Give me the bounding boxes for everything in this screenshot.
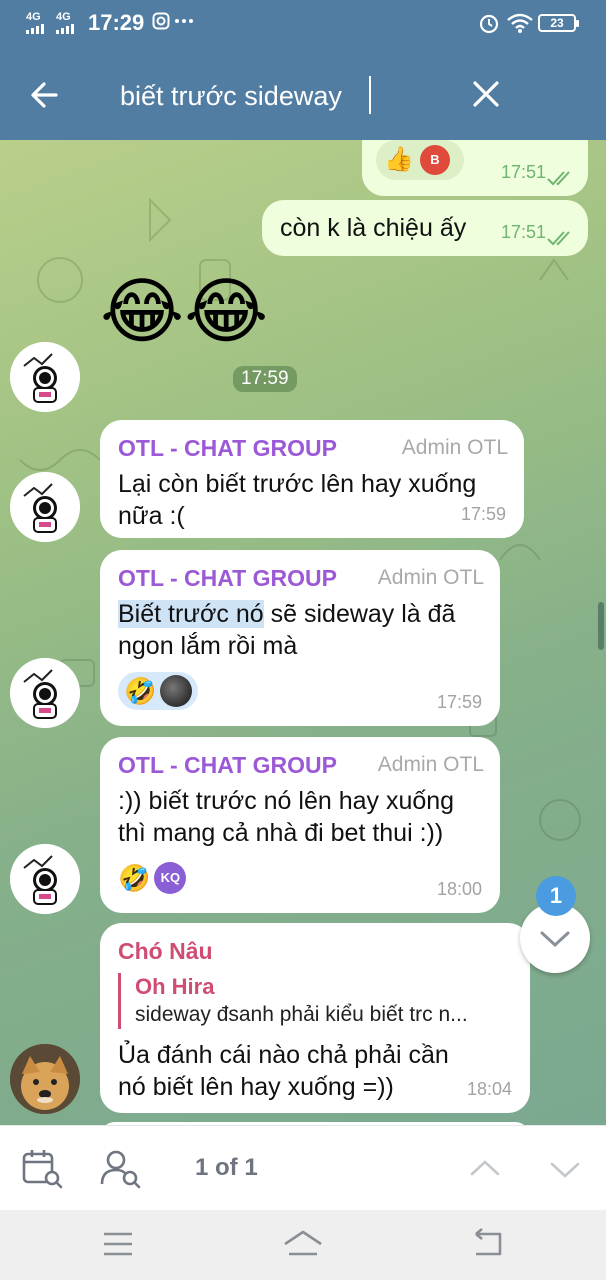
message-time: 17:59 (436, 692, 482, 712)
message-text: Lại còn biết trước lên hay xuống nữa :( (118, 470, 477, 530)
reply-author: Oh Hira (135, 974, 215, 999)
signal-bars-icon (26, 24, 44, 34)
read-checkmarks-icon (547, 171, 570, 186)
clear-search-button[interactable] (464, 72, 508, 116)
alarm-icon (479, 14, 499, 34)
search-result-counter: 1 of 1 (195, 1154, 258, 1181)
reactor-avatar (160, 675, 193, 707)
reactor-avatar: B (419, 145, 450, 175)
message-time: 17:51 (500, 222, 546, 242)
avatar[interactable] (10, 658, 80, 728)
message-text: Biết trước nó sẽ sideway là đã ngon lắm … (118, 600, 456, 660)
message-time: 18:04 (466, 1079, 512, 1099)
incoming-message[interactable]: OTL - CHAT GROUP Admin OTL :)) biết trướ… (100, 737, 500, 913)
thumbs-up-reaction: 👍 (384, 146, 414, 173)
home-button[interactable] (281, 1224, 325, 1264)
reply-text: sideway đsanh phải kiểu biết trc n... (135, 1003, 468, 1026)
sender-role: Admin OTL (377, 753, 484, 776)
search-by-member-button[interactable] (98, 1146, 144, 1192)
rofl-reaction: 🤣 (118, 863, 151, 893)
home-icon (284, 1230, 322, 1256)
incoming-message[interactable]: OTL - CHAT GROUP Admin OTL Biết trước nó… (100, 550, 500, 726)
instagram-icon (152, 12, 170, 30)
search-by-date-button[interactable] (20, 1146, 66, 1192)
chevron-up-icon (470, 1160, 500, 1176)
sender-name[interactable]: OTL - CHAT GROUP (118, 751, 337, 779)
wifi-icon (507, 13, 533, 33)
incoming-message[interactable]: OTL - CHAT GROUP Admin OTL Lại còn biết … (100, 420, 524, 538)
scrollbar[interactable] (598, 602, 604, 650)
message-time: 18:00 (436, 879, 482, 899)
chevron-down-icon (550, 1162, 580, 1178)
more-notifications-icon (175, 19, 193, 23)
astronaut-avatar-icon (10, 658, 80, 728)
dog-avatar-icon (10, 1044, 80, 1114)
battery-indicator: 23 (538, 14, 579, 32)
text-cursor (369, 76, 371, 114)
message-time: 17:59 (460, 504, 506, 524)
system-navigation-bar (0, 1210, 606, 1280)
search-navigation-bar: 1 of 1 (0, 1125, 606, 1210)
search-highlight: Biết trước nó (118, 600, 264, 628)
back-arrow-icon (31, 82, 58, 108)
sender-role: Admin OTL (401, 436, 508, 459)
top-bar: 4G 4G 17:29 23 (0, 0, 606, 140)
sender-name[interactable]: OTL - CHAT GROUP (118, 434, 337, 462)
menu-icon (104, 1232, 132, 1256)
message-time: 17:51 (500, 162, 546, 182)
search-input[interactable] (120, 74, 440, 118)
avatar[interactable] (10, 844, 80, 914)
status-time: 17:29 (88, 10, 145, 35)
sender-name[interactable]: OTL - CHAT GROUP (118, 564, 337, 592)
astronaut-avatar-icon (10, 844, 80, 914)
unread-badge: 1 (536, 876, 576, 916)
message-reactions[interactable]: 👍 B (376, 140, 464, 180)
calendar-search-icon (22, 1150, 63, 1189)
sender-name[interactable]: Chó Nâu (118, 937, 213, 965)
next-result-button[interactable] (542, 1146, 588, 1192)
message-text: Ủa đánh cái nào chả phải cần nó biết lên… (118, 1041, 449, 1101)
message-time: 17:59 (233, 366, 297, 392)
reply-quote[interactable]: Oh Hira sideway đsanh phải kiểu biết trc… (118, 973, 512, 1029)
message-reactions[interactable]: 🤣 (118, 672, 199, 710)
signal-2: 4G (56, 12, 74, 34)
sender-role: Admin OTL (377, 566, 484, 589)
message-reactions[interactable]: 🤣 KQ (118, 859, 192, 897)
close-icon (473, 81, 499, 107)
astronaut-avatar-icon (10, 342, 80, 412)
previous-result-button[interactable] (462, 1146, 508, 1192)
outgoing-message[interactable]: còn k là chiệu ấy 17:51 (262, 200, 588, 256)
recent-apps-button[interactable] (96, 1224, 140, 1264)
astronaut-avatar-icon (10, 472, 80, 542)
read-checkmarks-icon (547, 231, 570, 246)
outgoing-message[interactable]: 👍 B 17:51 (362, 140, 588, 196)
signal-1: 4G (26, 12, 44, 34)
incoming-message[interactable]: Chó Nâu Oh Hira sideway đsanh phải kiểu … (100, 923, 530, 1113)
avatar[interactable] (10, 472, 80, 542)
reactor-avatar: KQ (154, 862, 187, 894)
system-back-button[interactable] (466, 1224, 510, 1264)
return-icon (475, 1228, 502, 1256)
signal-bars-icon (56, 24, 74, 34)
emoji-message[interactable]: 😂😂 (100, 270, 268, 354)
status-bar: 4G 4G 17:29 23 (0, 0, 606, 46)
back-button[interactable] (24, 70, 68, 120)
user-search-icon (100, 1150, 141, 1189)
rofl-reaction: 🤣 (124, 676, 157, 706)
avatar[interactable] (10, 342, 80, 412)
message-text: :)) biết trước nó lên hay xuống thì mang… (118, 787, 455, 847)
avatar[interactable] (10, 1044, 80, 1114)
message-text: còn k là chiệu ấy (280, 214, 467, 242)
chat-area[interactable]: 👍 B 17:51 còn k là chiệu ấy 17:51 😂😂 17:… (0, 140, 606, 1125)
